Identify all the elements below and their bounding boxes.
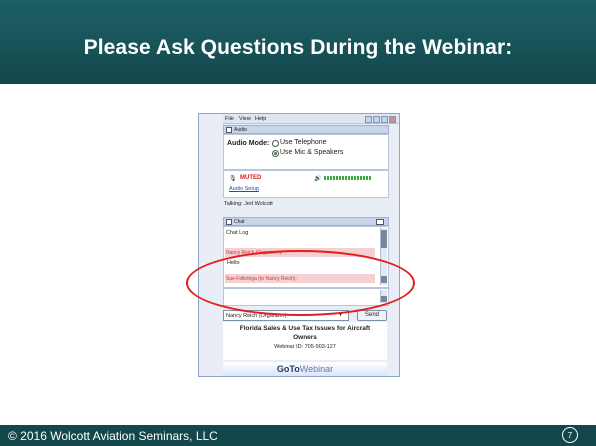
collapse-chat-icon[interactable] <box>226 219 232 225</box>
chat-log-scroll-thumb[interactable] <box>381 230 387 248</box>
menu-view[interactable]: View <box>239 116 251 122</box>
mic-status-panel: 🎙 MUTED 🔊 Audio Setup <box>223 170 389 198</box>
audio-setup-link[interactable]: Audio Setup <box>229 186 259 192</box>
minimize-icon[interactable] <box>365 116 372 123</box>
logo-webinar: Webinar <box>299 364 334 374</box>
title-bar: Please Ask Questions During the Webinar: <box>0 0 596 84</box>
close-icon[interactable] <box>389 116 396 123</box>
chat-section-label: Chat <box>234 218 245 225</box>
footer-copyright: © 2016 Wolcott Aviation Seminars, LLC <box>8 429 218 443</box>
menu-bar: File View Help <box>223 114 399 124</box>
webinar-title-line2: Owners <box>293 334 317 341</box>
gotowebinar-logo: GoToWebinar <box>223 362 387 376</box>
menu-file[interactable]: File <box>225 116 234 122</box>
speaker-icon: 🔊 <box>314 176 322 182</box>
volume-meter <box>324 176 372 180</box>
slide-title: Please Ask Questions During the Webinar: <box>83 36 513 59</box>
chat-popout-icon[interactable] <box>376 219 384 225</box>
use-mic-speakers-label: Use Mic & Speakers <box>280 149 344 156</box>
chat-log-label: Chat Log <box>226 230 249 236</box>
restore-icon[interactable] <box>373 116 380 123</box>
audio-section-header[interactable]: Audio <box>223 125 389 134</box>
webinar-info-panel: Florida Sales & Use Tax Issues for Aircr… <box>223 322 387 360</box>
menu-help[interactable]: Help <box>255 116 266 122</box>
audio-mode-panel: Audio Mode: Use Telephone Use Mic & Spea… <box>223 134 389 170</box>
slide: Please Ask Questions During the Webinar:… <box>0 0 596 446</box>
microphone-icon[interactable]: 🎙 <box>229 175 237 182</box>
audio-mode-label: Audio Mode: <box>227 140 270 147</box>
audio-section-label: Audio <box>234 126 247 133</box>
mic-muted-status: MUTED <box>240 175 262 181</box>
page-number: 7 <box>562 427 578 443</box>
talking-indicator: Talking: Jed Wolcott <box>224 201 273 207</box>
gotowebinar-control-panel: File View Help Audio Audio Mode: Use Tel… <box>198 113 400 377</box>
highlight-ellipse <box>186 250 415 316</box>
chat-section-header[interactable]: Chat <box>223 217 389 226</box>
use-telephone-label: Use Telephone <box>280 139 327 146</box>
use-mic-speakers-radio[interactable] <box>272 150 279 157</box>
webinar-title-line1: Florida Sales & Use Tax Issues for Aircr… <box>239 325 371 332</box>
logo-goto: GoTo <box>276 364 300 374</box>
send-button[interactable]: Send <box>357 310 387 321</box>
webinar-id: Webinar ID: 705-903-127 <box>274 344 336 350</box>
talking-panel: Talking: Jed Wolcott <box>223 198 387 210</box>
use-telephone-radio[interactable] <box>272 140 279 147</box>
collapse-audio-icon[interactable] <box>226 127 232 133</box>
footer-bar: © 2016 Wolcott Aviation Seminars, LLC 7 <box>0 425 596 446</box>
maximize-icon[interactable] <box>381 116 388 123</box>
